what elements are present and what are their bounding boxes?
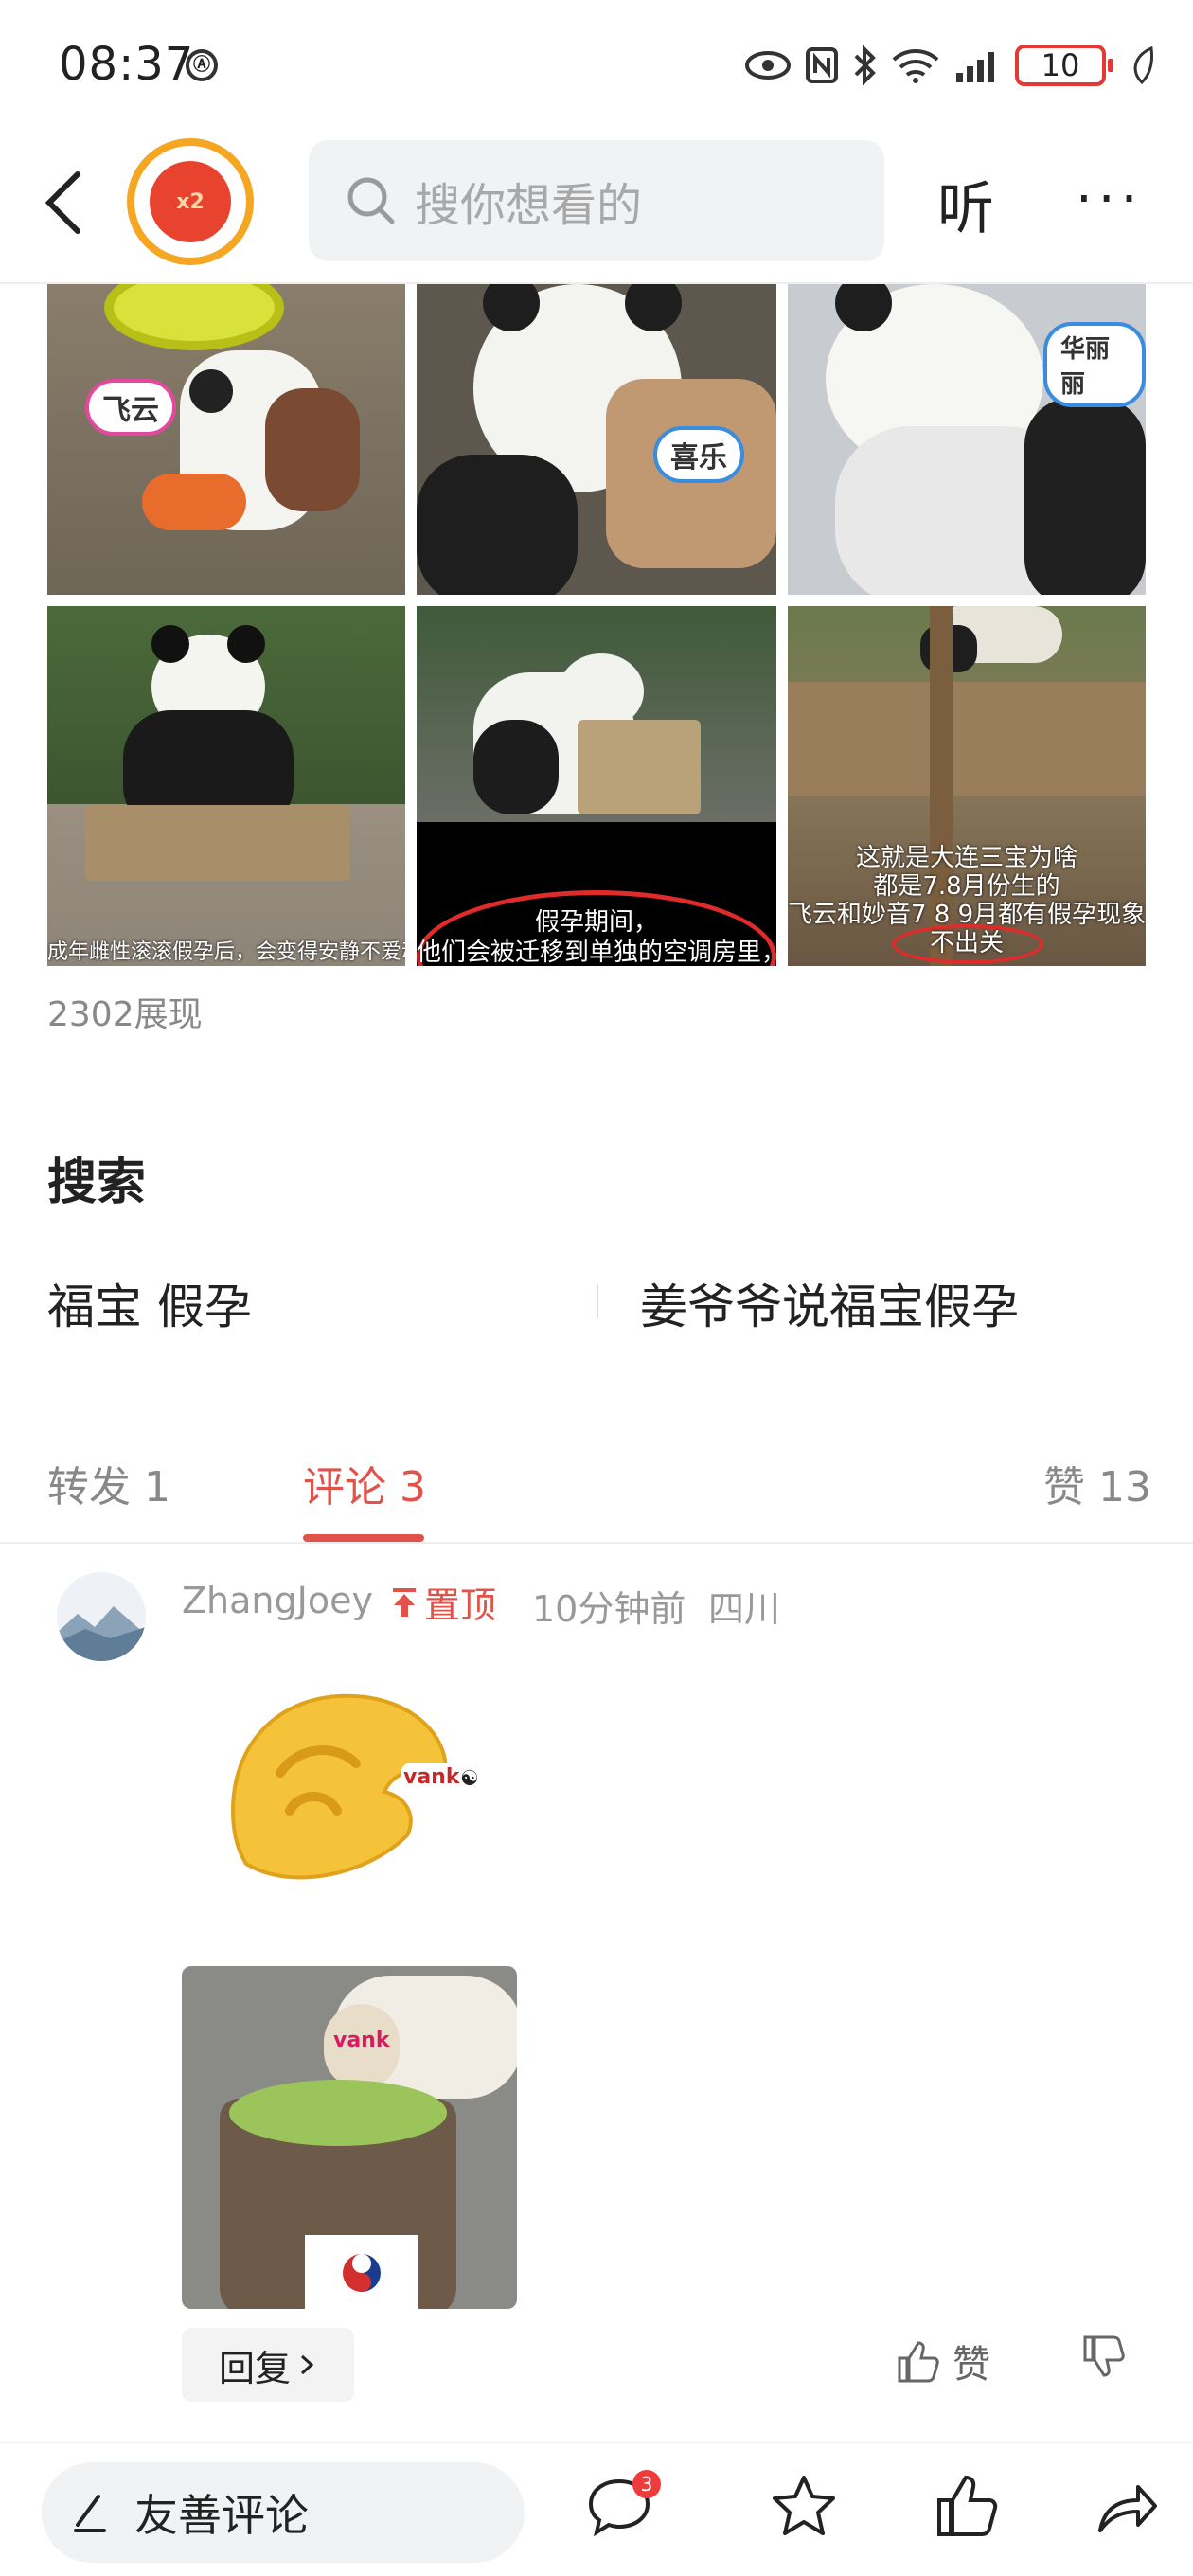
comment-count-badge: 3 <box>632 2470 661 2498</box>
photo-caption-line2: 都是7.8月份生的 <box>873 872 1060 901</box>
status-icons: 10 <box>744 42 1155 89</box>
panda-legs <box>473 720 559 814</box>
like-button[interactable] <box>932 2472 1000 2544</box>
pen-icon <box>74 2495 106 2532</box>
photo-5[interactable]: 假孕期间， 他们会被迁移到单独的空调房里， <box>417 606 776 966</box>
chevron-right-icon <box>300 2354 314 2375</box>
comment-input[interactable]: 友善评论 <box>42 2462 525 2563</box>
eye-icon <box>745 51 791 80</box>
pin-arrow-icon <box>393 1587 416 1617</box>
photo-6[interactable]: 这就是大连三宝为啥 都是7.8月份生的 飞云和妙音7 8 9月都有假孕现象 不出… <box>788 606 1146 966</box>
photo-caption-line1: 这就是大连三宝为啥 <box>855 844 1077 872</box>
search-section-title: 搜索 <box>47 1154 147 1211</box>
food-scraps <box>229 2080 447 2146</box>
reply-button[interactable]: 回复 <box>182 2328 354 2402</box>
favorite-button[interactable] <box>769 2472 839 2544</box>
photo-2[interactable]: 喜乐 <box>417 284 776 595</box>
korea-flag <box>305 2235 418 2309</box>
like-label: 赞 <box>953 2343 990 2387</box>
panda-name-tag: 喜乐 <box>653 426 744 483</box>
photo-caption: 成年雌性滚滚假孕后，会变得安静不爱动 <box>47 940 405 964</box>
panda-ear <box>189 369 233 413</box>
thumbs-up-icon <box>898 2341 939 2383</box>
divider <box>596 1284 598 1318</box>
tab-likes[interactable]: 赞 13 <box>1043 1453 1151 1513</box>
star-icon <box>773 2476 835 2535</box>
thumbs-down-icon <box>1083 2335 1125 2377</box>
panda-name-tag: 华丽丽 <box>1043 322 1146 407</box>
thumbs-up-icon <box>937 2475 998 2536</box>
search-term-2[interactable]: 姜爷爷说福宝假孕 <box>640 1269 1019 1337</box>
photo-3[interactable]: 华丽丽 <box>788 284 1146 595</box>
korea-flag-icon <box>343 2254 381 2292</box>
search-icon <box>347 177 395 224</box>
vank-label: vank <box>333 2029 390 2052</box>
red-packet-icon: x2 <box>150 161 231 242</box>
avatar-badge: x2 <box>176 189 205 214</box>
comment-input-placeholder: 友善评论 <box>134 2490 309 2541</box>
bluetooth-icon <box>854 45 876 85</box>
battery-level: 10 <box>1041 47 1080 83</box>
comment-username[interactable]: ZhangJoey <box>182 1580 373 1621</box>
share-button[interactable] <box>1093 2472 1161 2544</box>
tab-bar <box>0 1411 1193 1544</box>
comment-dislike-button[interactable] <box>1079 2334 1127 2385</box>
more-options-button[interactable]: ··· <box>1076 173 1143 226</box>
photo-caption-line1: 假孕期间， <box>534 908 658 937</box>
alarm-icon: Ⓐ <box>186 49 218 81</box>
pinch-emoji-sticker[interactable]: vank ☯ <box>195 1650 517 1962</box>
tab-comments[interactable]: 评论 3 <box>303 1453 426 1513</box>
back-button[interactable] <box>40 165 97 241</box>
view-count: 2302展现 <box>47 995 203 1034</box>
search-term-1[interactable]: 福宝 假孕 <box>47 1269 252 1337</box>
search-input[interactable]: 搜你想看的 <box>309 140 884 261</box>
photo-caption-line2: 他们会被迁移到单独的空调房里， <box>417 939 776 966</box>
teddy-bear <box>265 388 360 511</box>
wooden-post <box>578 720 701 814</box>
reply-label: 回复 <box>218 2347 291 2389</box>
comment-like-button[interactable]: 赞 <box>894 2334 990 2388</box>
korea-flag-icon: ☯ <box>460 1767 479 1791</box>
orange-toy <box>142 474 246 530</box>
leaf-icon <box>1133 46 1153 84</box>
panda-arm <box>1024 398 1146 595</box>
nfc-icon <box>806 47 838 83</box>
wifi-icon <box>892 49 939 83</box>
wooden-platform <box>788 682 1146 796</box>
panda-ear <box>151 625 189 663</box>
pinned-label: 置顶 <box>424 1584 497 1626</box>
photo-4[interactable]: 成年雌性滚滚假孕后，会变得安静不爱动 <box>47 606 405 966</box>
vank-label: vank <box>403 1765 460 1789</box>
tab-reposts[interactable]: 转发 1 <box>47 1453 170 1513</box>
mountain-landscape-icon <box>57 1572 146 1661</box>
signal-icon <box>956 52 994 82</box>
dog-bucket-sticker[interactable]: vank <box>182 1966 517 2309</box>
pinch-hand-emoji <box>230 1693 489 1880</box>
listen-button[interactable]: 听 <box>937 163 994 245</box>
avatar[interactable] <box>57 1572 146 1661</box>
panda-name-tag: 飞云 <box>85 379 176 436</box>
wooden-bench <box>85 805 350 881</box>
tire-toy <box>104 284 284 350</box>
photo-1[interactable]: 飞云 <box>47 284 405 595</box>
comment-location: 四川 <box>708 1588 781 1630</box>
back-arrow-icon <box>45 171 80 234</box>
pinned-badge: 置顶 <box>390 1576 496 1628</box>
comment-time: 10分钟前 <box>532 1588 686 1630</box>
panda-ear <box>227 625 265 663</box>
battery-indicator: 10 <box>1015 45 1113 86</box>
red-packet-avatar[interactable]: x2 <box>127 138 254 265</box>
panda-head <box>559 653 644 729</box>
photo-caption-line4: 不出关 <box>929 929 1004 957</box>
active-tab-indicator <box>303 1534 424 1542</box>
share-arrow-icon <box>1098 2485 1157 2532</box>
search-placeholder: 搜你想看的 <box>415 179 643 232</box>
status-time: 08:37 <box>59 38 195 91</box>
panda-arm <box>417 455 578 595</box>
